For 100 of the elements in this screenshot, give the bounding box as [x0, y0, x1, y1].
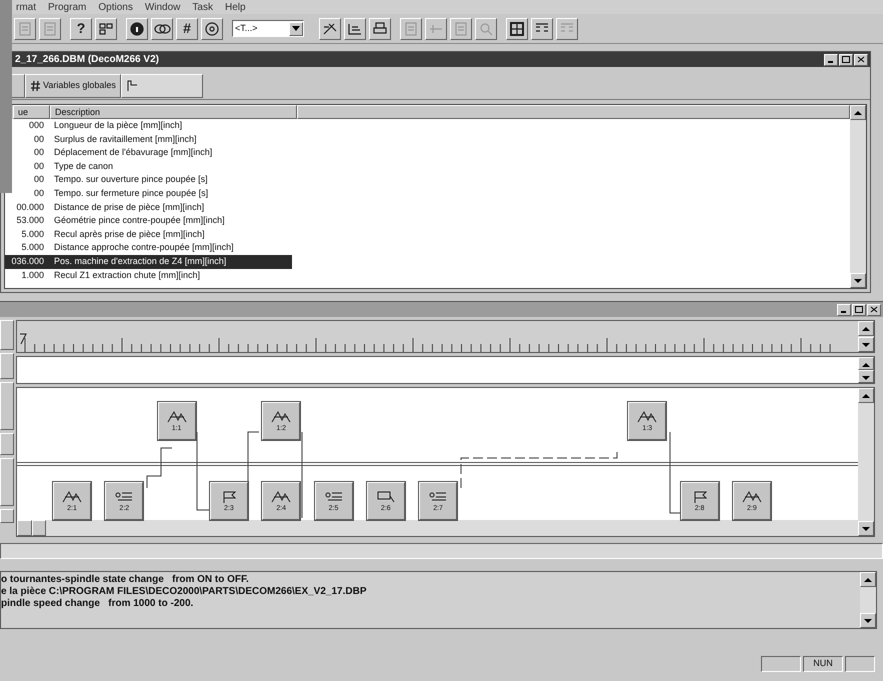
scroll-down-button[interactable]: [858, 521, 874, 536]
side-button[interactable]: [0, 509, 14, 523]
menu-item[interactable]: Window: [144, 0, 180, 14]
toolbar-button[interactable]: #: [176, 18, 198, 40]
table-cell: Pos. machine d'extraction de Z4 [mm][inch]: [50, 254, 292, 269]
vertical-scrollbar[interactable]: [850, 105, 866, 288]
side-button[interactable]: [0, 320, 14, 350]
vertical-scrollbar[interactable]: [858, 321, 874, 352]
list-icon: [322, 490, 344, 504]
dropdown-value: <T...>: [235, 22, 258, 35]
toolbar-button[interactable]: [531, 18, 553, 40]
scroll-up-button[interactable]: [858, 321, 874, 336]
table-cell-text: Géométrie pince contre-poupée [mm][inch]: [53, 214, 226, 228]
column-header[interactable]: Description: [50, 105, 297, 119]
maximize-icon: [842, 56, 850, 63]
info-icon: [128, 20, 146, 36]
scroll-down-button[interactable]: [860, 613, 876, 628]
toolbar-button[interactable]: [151, 18, 173, 40]
log-line: e la pièce C:\PROGRAM FILES\DECO2000\PARTS\DECOM266\EX_V2_17.DBP: [1, 586, 368, 598]
up-arrow-icon: [862, 393, 870, 399]
table-cell-text: Type de canon: [53, 160, 114, 173]
side-button[interactable]: [0, 382, 14, 430]
table-cell-text: 00.000: [15, 200, 45, 214]
minimize-button[interactable]: [824, 54, 838, 66]
table-cell-text: 00: [32, 160, 45, 173]
vertical-scrollbar[interactable]: [858, 388, 874, 536]
close-icon: [857, 56, 865, 63]
table-cell-text: 5.000: [20, 228, 45, 241]
table-cell-text: Distance de prise de pièce [mm][inch]: [53, 200, 206, 214]
close-button[interactable]: [854, 54, 868, 66]
scroll-thumb[interactable]: [32, 520, 46, 536]
maximize-icon: [855, 306, 863, 313]
vertical-scrollbar[interactable]: [860, 572, 876, 628]
grid-icon: [97, 20, 115, 36]
close-button[interactable]: [867, 304, 881, 316]
spindle-icon: [61, 490, 83, 504]
down-arrow-icon: [292, 26, 300, 31]
scroll-down-button[interactable]: [858, 337, 874, 352]
menu-item[interactable]: Options: [98, 0, 133, 14]
table-cell-text: 00: [32, 186, 45, 200]
tab[interactable]: Variables globales: [25, 74, 121, 98]
scroll-up-button[interactable]: [850, 105, 866, 120]
disk-icon: [203, 20, 221, 36]
close-icon: [870, 306, 878, 313]
menu-item[interactable]: rmat: [16, 0, 36, 14]
status-panel: [761, 656, 801, 672]
toolbar-dropdown[interactable]: <T...>: [232, 20, 304, 37]
toolbar-button[interactable]: [126, 18, 148, 40]
toolbar-button[interactable]: [344, 18, 366, 40]
column-header[interactable]: ue: [13, 105, 50, 119]
table-cell-text: 00: [32, 173, 45, 186]
down-arrow-icon: [854, 278, 862, 284]
side-button[interactable]: [0, 458, 14, 506]
tool-icon: [374, 490, 397, 504]
toolbar-button[interactable]: [506, 18, 528, 40]
printer-icon: [371, 20, 389, 36]
toolbar-button[interactable]: [369, 18, 391, 40]
scroll-down-button[interactable]: [858, 370, 874, 383]
table-cell-text: 1.000: [20, 268, 45, 282]
toolbar-button[interactable]: [201, 18, 223, 40]
table-cell-text: 00: [32, 132, 45, 146]
up-arrow-icon: [864, 577, 872, 583]
spindle-icon: [270, 410, 292, 424]
status-panel: [845, 656, 875, 672]
window-icon: [508, 20, 526, 36]
down-arrow-icon: [862, 375, 870, 381]
tab[interactable]: [120, 74, 203, 98]
menu-item[interactable]: Task: [192, 0, 213, 14]
window-title: 2_17_266.DBM (DecoM266 V2): [15, 53, 159, 67]
table-cell-text: Déplacement de l'ébavurage [mm][inch]: [53, 146, 214, 160]
side-button[interactable]: [0, 433, 14, 455]
toolbar-button[interactable]: [319, 18, 341, 40]
spindle-icon: [740, 490, 763, 504]
minimize-button[interactable]: [837, 304, 851, 316]
vertical-scrollbar[interactable]: [858, 357, 874, 383]
maximize-button[interactable]: [839, 54, 853, 66]
menu-item[interactable]: Help: [224, 0, 246, 14]
table-cell-text: 00: [32, 146, 45, 160]
toolbar-button[interactable]: ?: [70, 18, 92, 40]
scroll-up-button[interactable]: [860, 572, 876, 587]
spindle-icon: [636, 410, 658, 424]
down-arrow-icon: [864, 618, 872, 624]
scroll-left-button[interactable]: [17, 520, 32, 536]
table-cell-text: Surplus de ravitaillement [mm][inch]: [53, 132, 198, 146]
scroll-down-button[interactable]: [850, 273, 866, 288]
table-cell: 036.000: [5, 254, 50, 269]
num-lock-indicator: NUN: [803, 656, 843, 672]
horizontal-scrollbar[interactable]: [17, 520, 858, 536]
menu-item[interactable]: Program: [48, 0, 86, 14]
flag-icon: [126, 80, 138, 92]
up-arrow-icon: [862, 326, 870, 332]
table-cell-text: 000: [28, 119, 45, 132]
table-cell-text: Tempo. sur fermeture pince poupée [s]: [53, 186, 210, 200]
hash-icon: [30, 80, 41, 92]
toolbar-button[interactable]: [95, 18, 117, 40]
scroll-up-button[interactable]: [858, 388, 874, 403]
maximize-button[interactable]: [852, 304, 866, 316]
table-cell-text: Recul après prise de pièce [mm][inch]: [53, 228, 206, 241]
side-button[interactable]: [0, 353, 14, 379]
scroll-up-button[interactable]: [858, 357, 874, 370]
